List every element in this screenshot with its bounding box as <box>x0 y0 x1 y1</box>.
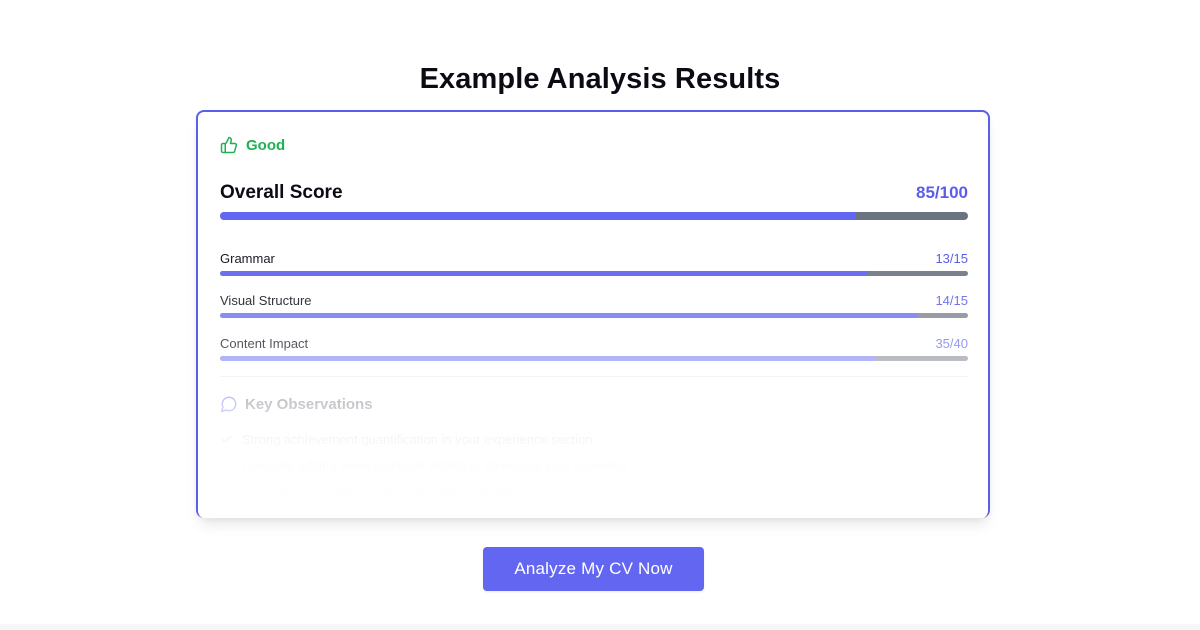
category-row-visual-structure: Visual Structure 14/15 <box>220 293 968 308</box>
observation-item: Consider adding more technical details t… <box>220 452 627 478</box>
overall-score-row: Overall Score 85/100 <box>220 182 968 204</box>
rating-badge: Good <box>220 136 285 154</box>
observations-list: Strong achievement quantification in you… <box>220 426 627 504</box>
category-bar-fill <box>220 313 919 318</box>
page: Example Analysis Results Good Overall Sc… <box>0 0 1200 630</box>
page-title: Example Analysis Results <box>419 63 781 96</box>
category-label: Visual Structure <box>220 293 312 308</box>
category-row-content-impact: Content Impact 35/40 <box>220 336 968 351</box>
observations-header: Key Observations <box>220 395 373 413</box>
observation-item: Strong achievement quantification in you… <box>220 426 627 452</box>
observation-item: Your career progression is clearly demon… <box>220 478 627 504</box>
category-score: 13/15 <box>935 251 968 266</box>
observation-text: Strong achievement quantification in you… <box>242 431 593 447</box>
rating-label: Good <box>246 136 286 154</box>
overall-score-label: Overall Score <box>220 182 343 203</box>
observation-text: Your career progression is clearly demon… <box>242 483 518 499</box>
overall-score-bar <box>220 212 968 220</box>
bottom-divider <box>0 624 1200 630</box>
analyze-cv-button[interactable]: Analyze My CV Now <box>483 547 704 591</box>
observations-title: Key Observations <box>245 395 373 413</box>
category-label: Content Impact <box>220 336 309 351</box>
divider <box>220 376 968 377</box>
check-icon <box>220 459 233 472</box>
message-circle-icon <box>220 395 238 413</box>
category-label: Grammar <box>220 251 275 266</box>
thumbs-up-icon <box>220 136 238 154</box>
category-score: 35/40 <box>935 336 968 351</box>
category-row-grammar: Grammar 13/15 <box>220 251 968 266</box>
category-bar-grammar <box>220 271 968 276</box>
category-bar-visual-structure <box>220 313 968 318</box>
analysis-result-card: Good Overall Score 85/100 Grammar 13/15 … <box>196 110 990 518</box>
overall-score-bar-fill <box>220 212 856 220</box>
observation-text: Consider adding more technical details t… <box>242 457 628 473</box>
category-score: 14/15 <box>935 293 968 308</box>
category-bar-fill <box>220 271 869 276</box>
overall-score-value: 85/100 <box>916 183 968 202</box>
category-bar-content-impact <box>220 356 968 361</box>
check-icon <box>220 485 233 498</box>
check-icon <box>220 433 233 446</box>
category-bar-fill <box>220 356 875 361</box>
